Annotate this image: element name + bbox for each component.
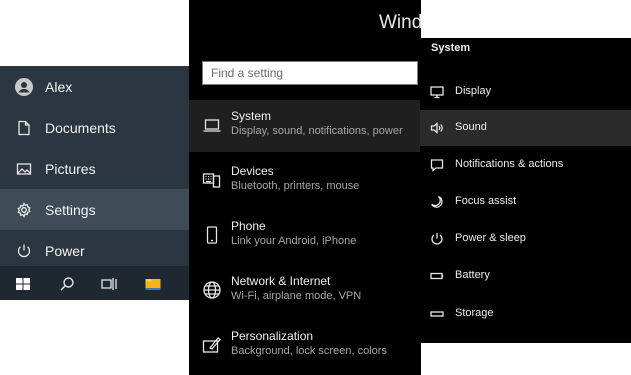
window-title: Wind bbox=[379, 12, 423, 33]
category-desc: Background, lock screen, colors bbox=[231, 345, 387, 357]
system-item-display[interactable]: Display bbox=[420, 74, 631, 110]
category-desc: Wi-Fi, airplane mode, VPN bbox=[231, 290, 362, 302]
notification-icon bbox=[430, 158, 444, 172]
gear-icon bbox=[16, 201, 32, 218]
system-item-battery[interactable]: Battery bbox=[420, 258, 631, 294]
category-network[interactable]: Network & Internet Wi-Fi, airplane mode,… bbox=[189, 265, 421, 317]
system-item-label: Focus assist bbox=[455, 195, 517, 207]
start-item-user[interactable]: Alex bbox=[0, 66, 190, 107]
start-item-power[interactable]: Power bbox=[0, 230, 190, 271]
category-name: Personalization bbox=[231, 329, 314, 343]
system-item-label: Notifications & actions bbox=[455, 158, 564, 170]
moon-icon bbox=[430, 195, 444, 209]
paint-icon bbox=[202, 335, 222, 355]
system-item-label: Battery bbox=[455, 269, 490, 281]
storage-icon bbox=[430, 307, 444, 321]
category-personalization[interactable]: Personalization Background, lock screen,… bbox=[189, 320, 421, 372]
system-item-label: Display bbox=[455, 85, 492, 97]
power-icon bbox=[16, 243, 32, 259]
system-item-storage[interactable]: Storage bbox=[420, 296, 631, 332]
file-explorer-icon[interactable] bbox=[144, 275, 162, 293]
keyboard-icon bbox=[202, 170, 222, 190]
category-system[interactable]: System Display, sound, notifications, po… bbox=[189, 100, 421, 152]
start-item-pictures[interactable]: Pictures bbox=[0, 148, 190, 189]
pictures-icon bbox=[16, 161, 32, 177]
document-icon bbox=[16, 120, 32, 136]
start-item-label: Settings bbox=[45, 201, 96, 218]
start-menu: Alex Documents Pictures Settings Power bbox=[0, 66, 190, 300]
category-name: Network & Internet bbox=[231, 274, 331, 288]
search-input[interactable] bbox=[203, 62, 417, 84]
battery-icon bbox=[430, 269, 444, 283]
category-desc: Link your Android, iPhone bbox=[231, 235, 357, 247]
system-item-label: Power & sleep bbox=[455, 232, 526, 244]
speaker-icon bbox=[430, 121, 444, 135]
taskbar bbox=[0, 266, 190, 300]
search-box[interactable] bbox=[202, 61, 418, 85]
category-name: System bbox=[231, 109, 272, 123]
system-item-notifications[interactable]: Notifications & actions bbox=[420, 147, 631, 183]
system-item-sound[interactable]: Sound bbox=[420, 110, 631, 146]
start-item-label: Alex bbox=[45, 78, 73, 95]
system-panel: System Display Sound Notifications & act… bbox=[420, 38, 631, 343]
category-desc: Display, sound, notifications, power bbox=[231, 125, 403, 137]
category-phone[interactable]: Phone Link your Android, iPhone bbox=[189, 210, 421, 262]
category-devices[interactable]: Devices Bluetooth, printers, mouse bbox=[189, 155, 421, 207]
start-item-label: Pictures bbox=[45, 160, 96, 177]
settings-window: Wind System Display, sound, notification… bbox=[189, 0, 423, 375]
start-item-label: Documents bbox=[45, 119, 116, 136]
system-item-label: Sound bbox=[455, 121, 487, 133]
system-item-label: Storage bbox=[455, 307, 494, 319]
category-desc: Bluetooth, printers, mouse bbox=[231, 180, 360, 192]
category-name: Devices bbox=[231, 164, 274, 178]
start-item-settings[interactable]: Settings bbox=[0, 189, 190, 230]
category-name: Phone bbox=[231, 219, 266, 233]
start-item-documents[interactable]: Documents bbox=[0, 107, 190, 148]
laptop-icon bbox=[202, 115, 222, 135]
monitor-icon bbox=[430, 85, 444, 99]
start-item-label: Power bbox=[45, 242, 85, 259]
power-icon bbox=[430, 232, 444, 246]
system-panel-title: System bbox=[431, 42, 471, 54]
task-view-icon[interactable] bbox=[100, 275, 118, 293]
system-item-focus-assist[interactable]: Focus assist bbox=[420, 184, 631, 220]
search-icon[interactable] bbox=[58, 275, 76, 293]
phone-icon bbox=[202, 225, 222, 245]
system-item-power-sleep[interactable]: Power & sleep bbox=[420, 221, 631, 257]
user-avatar-icon bbox=[15, 77, 33, 96]
globe-icon bbox=[202, 280, 222, 300]
windows-start-icon[interactable] bbox=[14, 275, 32, 293]
